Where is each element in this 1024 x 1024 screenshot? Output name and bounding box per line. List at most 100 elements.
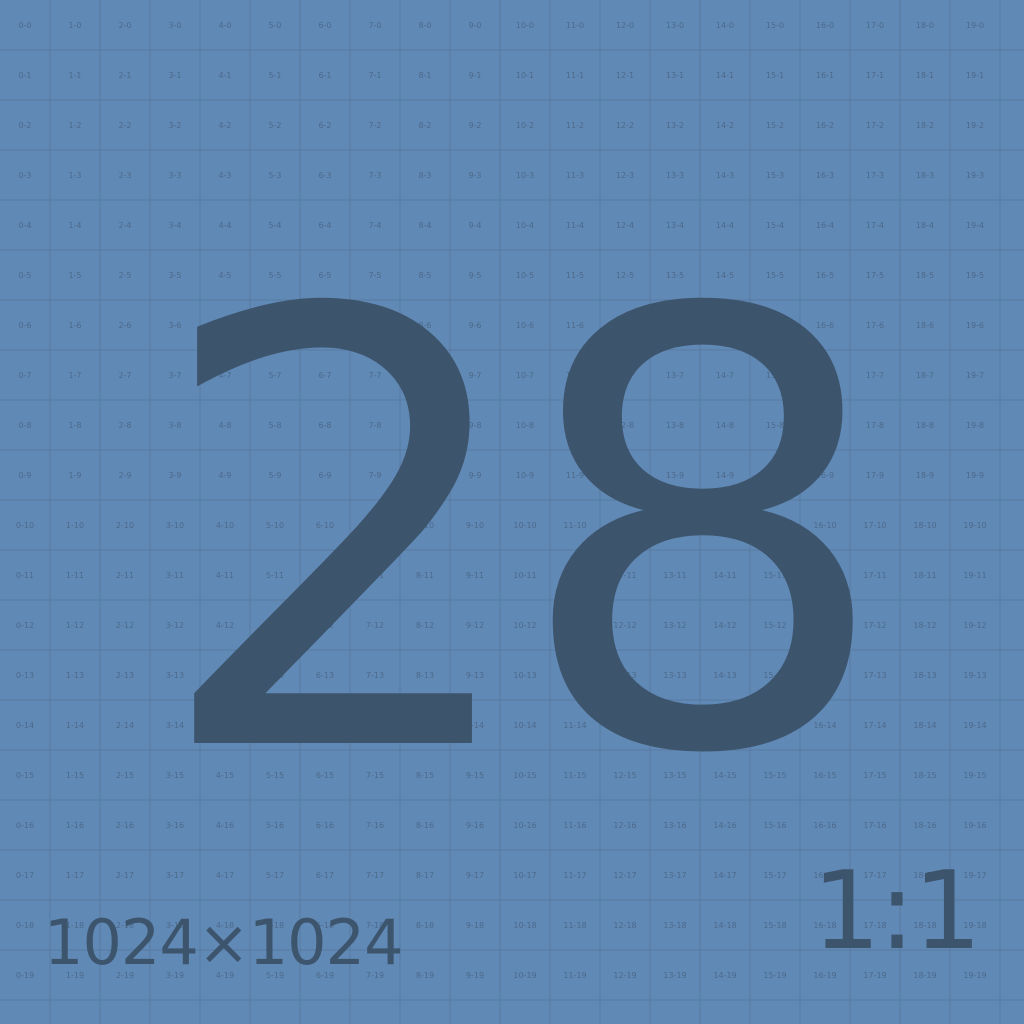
grid-cell-label: 3-1 [168,71,181,80]
grid-cell-label: 15-14 [763,721,786,730]
grid-cell-label: 4-2 [218,121,231,130]
grid-cell-label: 17-13 [863,671,886,680]
grid-cell-label: 1-11 [66,571,84,580]
grid-cell-label: 0-8 [18,421,31,430]
grid-cell-label: 4-12 [216,621,234,630]
grid-cell-label: 1-3 [68,171,81,180]
grid-cell-label: 1-19 [66,971,84,980]
grid-cell-label: 0-6 [18,321,31,330]
grid-cell-label: 15-8 [766,421,784,430]
grid-cell-label: 18-18 [913,921,936,930]
grid-cell-label: 14-8 [716,421,734,430]
grid-cell-label: 5-14 [266,721,284,730]
grid-cell-label: 19-0 [966,21,984,30]
grid-cell-label: 7-11 [366,571,384,580]
grid-cell-label: 10-8 [516,421,534,430]
grid-cell-label: 8-14 [416,721,434,730]
grid-cell-label: 10-10 [513,521,536,530]
grid-cell-label: 17-19 [863,971,886,980]
grid-cell-label: 5-0 [268,21,281,30]
grid-cell-label: 12-0 [616,21,634,30]
grid-cell-label: 17-11 [863,571,886,580]
grid-cell-label: 1-1 [68,71,81,80]
grid-cell-label: 10-11 [513,571,536,580]
grid-cell-label: 13-9 [666,471,684,480]
grid-cell-label: 2-14 [116,721,134,730]
grid-cell-label: 6-8 [318,421,331,430]
grid-cell-label: 11-12 [563,621,586,630]
grid-cell-label: 13-0 [666,21,684,30]
grid-cell-label: 7-4 [368,221,381,230]
grid-cell-label: 3-19 [166,971,184,980]
grid-cell-label: 11-2 [566,121,584,130]
grid-cell-label: 10-7 [516,371,534,380]
grid-cell-label: 8-3 [418,171,431,180]
grid-cell-label: 9-10 [466,521,484,530]
grid-cell-label: 0-10 [16,521,34,530]
grid-cell-label: 4-7 [218,371,231,380]
grid-cell-label: 13-1 [666,71,684,80]
grid-cell-label: 0-18 [16,921,34,930]
grid-cell-label: 3-2 [168,121,181,130]
grid-cell-label: 15-7 [766,371,784,380]
grid-cell-label: 6-15 [316,771,334,780]
grid-cell-label: 13-6 [666,321,684,330]
grid-cell-label: 2-8 [118,421,131,430]
grid-cell-label: 16-4 [816,221,834,230]
grid-cell-label: 11-6 [566,321,584,330]
grid-cell-label: 11-4 [566,221,584,230]
grid-cell-label: 4-17 [216,871,234,880]
grid-cell-label: 19-11 [963,571,986,580]
grid-cell-label: 12-15 [613,771,636,780]
grid-cell-label: 3-16 [166,821,184,830]
grid-cell-label: 2-1 [118,71,131,80]
grid-cell-label: 7-8 [368,421,381,430]
grid-cell-label: 0-19 [16,971,34,980]
grid-cell-label: 16-10 [813,521,836,530]
grid-cell-label: 4-9 [218,471,231,480]
grid-cell-label: 4-8 [218,421,231,430]
grid-cell-label: 7-17 [366,871,384,880]
grid-cell-label: 16-6 [816,321,834,330]
grid-cell-label: 17-8 [866,421,884,430]
grid-cell-label: 15-12 [763,621,786,630]
grid-cell-label: 18-13 [913,671,936,680]
grid-cell-label: 9-11 [466,571,484,580]
grid-cell-label: 17-1 [866,71,884,80]
grid-cell-label: 3-12 [166,621,184,630]
grid-cell-label: 2-9 [118,471,131,480]
grid-cell-label: 10-3 [516,171,534,180]
grid-cell-label: 7-19 [366,971,384,980]
grid-cell-label: 4-6 [218,321,231,330]
grid-cell-label: 5-18 [266,921,284,930]
grid-cell-label: 14-19 [713,971,736,980]
grid-cell-label: 4-13 [216,671,234,680]
grid-cell-label: 19-12 [963,621,986,630]
grid-cell-label: 16-7 [816,371,834,380]
grid-cell-label: 18-11 [913,571,936,580]
grid-cell-label: 3-3 [168,171,181,180]
grid-cell-label: 7-10 [366,521,384,530]
grid-cell-label: 19-7 [966,371,984,380]
grid-cell-label: 14-0 [716,21,734,30]
coordinate-grid: 0-0 1-0 2-0 3-0 4-0 5-0 6-0 7-0 8-0 9-0 10-0 11-0 12… [0,0,1024,1024]
grid-cell-label: 14-15 [713,771,736,780]
grid-cell-label: 17-4 [866,221,884,230]
grid-cell-label: 17-6 [866,321,884,330]
grid-cell-label: 8-18 [416,921,434,930]
grid-cell-label: 7-16 [366,821,384,830]
grid-cell-label: 9-4 [468,221,481,230]
grid-cell-label: 7-5 [368,271,381,280]
grid-cell-label: 9-8 [468,421,481,430]
grid-cell-label: 5-5 [268,271,281,280]
grid-cell-label: 5-4 [268,221,281,230]
grid-cell-label: 11-19 [563,971,586,980]
grid-cell-label: 4-15 [216,771,234,780]
grid-cell-label: 11-8 [566,421,584,430]
grid-cell-label: 12-9 [616,471,634,480]
grid-cell-label: 12-11 [613,571,636,580]
grid-cell-label: 1-0 [68,21,81,30]
grid-cell-label: 2-7 [118,371,131,380]
grid-cell-label: 10-17 [513,871,536,880]
grid-cell-label: 2-4 [118,221,131,230]
